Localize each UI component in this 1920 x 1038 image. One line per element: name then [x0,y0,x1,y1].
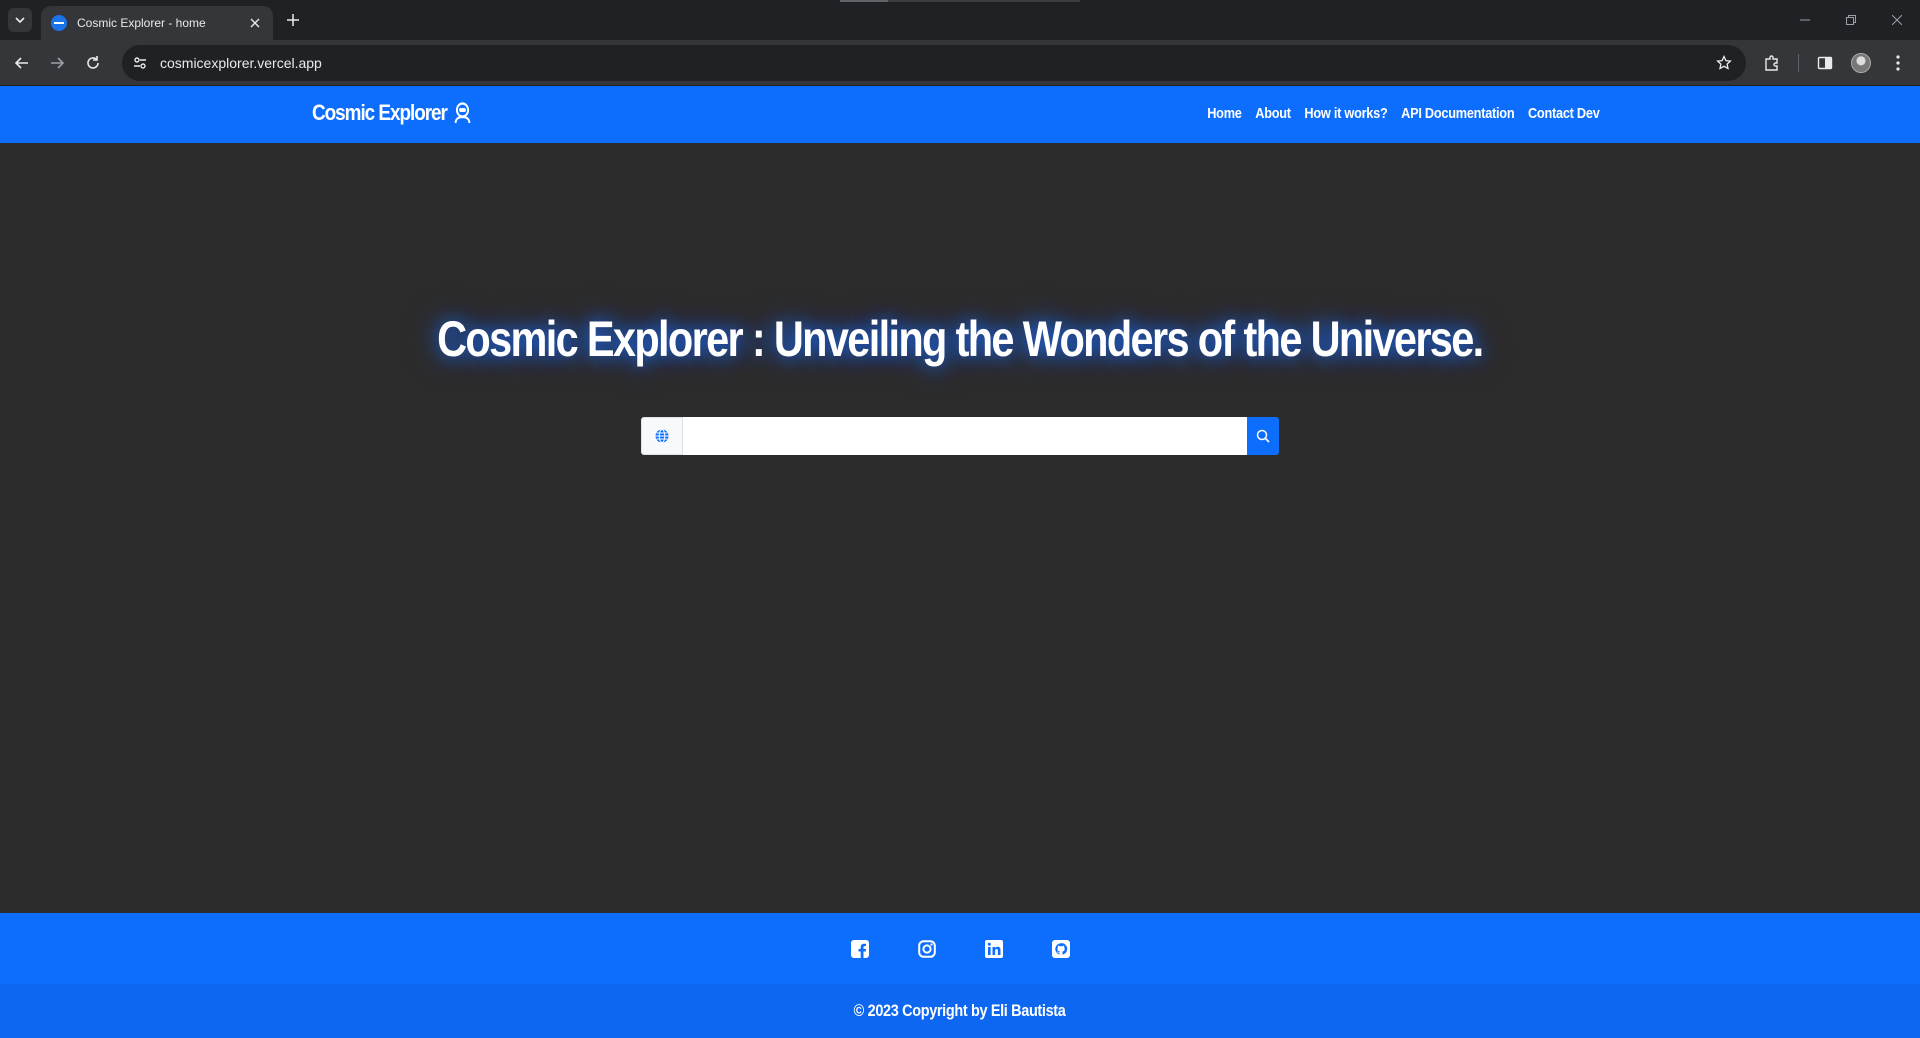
reload-icon [87,56,99,69]
close-icon [250,18,260,28]
hero-title-text: Cosmic Explorer : Unveiling the Wonders … [437,311,1484,367]
footer-copyright-bar: © 2023 Copyright by Eli Bautista [0,984,1920,1038]
linkedin-icon [984,939,1003,958]
nav-link-home[interactable]: Home [1208,105,1243,122]
minimize-icon [1800,19,1810,21]
forward-button[interactable] [43,49,71,77]
plus-icon [287,14,299,26]
puzzle-icon [1765,55,1778,71]
window-controls [1782,0,1920,40]
site-info-button[interactable] [126,49,154,77]
browser-menu-button[interactable] [1884,49,1912,77]
instagram-icon [917,939,936,958]
linkedin-link[interactable] [982,937,1005,960]
restore-icon [1846,15,1856,25]
facebook-link[interactable] [848,937,871,960]
search-form [641,417,1279,455]
nav-link-contact-dev[interactable]: Contact Dev [1528,105,1600,122]
restore-button[interactable] [1828,0,1874,40]
chevron-down-icon [15,17,25,24]
site-favicon-icon [51,15,67,31]
site-navbar: Cosmic Explorer Home About How it works?… [0,86,1920,143]
brand-link[interactable]: Cosmic Explorer [312,100,471,126]
search-input[interactable] [683,417,1247,455]
back-button[interactable] [8,49,36,77]
browser-tabstrip: Cosmic Explorer - home [0,0,1920,40]
nav-link-about[interactable]: About [1256,105,1292,122]
nav-links: Home About How it works? API Documentati… [1208,105,1601,122]
facebook-icon [850,939,869,958]
arrow-right-icon [51,57,65,69]
github-link[interactable] [1049,937,1072,960]
new-tab-button[interactable] [282,9,304,31]
avatar [1851,53,1871,73]
address-bar[interactable]: cosmicexplorer.vercel.app [122,45,1746,81]
browser-toolbar: cosmicexplorer.vercel.app [0,40,1920,86]
footer-social [0,913,1920,984]
hero-title: Cosmic Explorer : Unveiling the Wonders … [0,310,1920,368]
extensions-button[interactable] [1758,49,1786,77]
instagram-link[interactable] [915,937,938,960]
close-tab-button[interactable] [247,15,263,31]
side-panel-icon [1817,56,1833,70]
more-vertical-icon [1896,55,1900,71]
arrow-left-icon [14,57,28,69]
tune-icon [134,57,146,69]
tab-title: Cosmic Explorer - home [77,16,206,30]
bookmark-button[interactable] [1712,51,1736,75]
side-panel-button[interactable] [1811,49,1839,77]
tab-search-button[interactable] [8,8,32,32]
search-prefix [641,417,683,455]
nav-link-api-documentation[interactable]: API Documentation [1402,105,1516,122]
search-button[interactable] [1247,417,1279,455]
url-text: cosmicexplorer.vercel.app [160,55,322,71]
profile-button[interactable] [1847,49,1875,77]
github-icon [1051,939,1070,958]
page-content: Cosmic Explorer Home About How it works?… [0,86,1920,1038]
browser-tab[interactable]: Cosmic Explorer - home [41,6,273,40]
globe-icon [655,429,669,443]
astronaut-icon [454,102,471,124]
copyright-text: © 2023 Copyright by Eli Bautista [854,1001,1066,1020]
reload-button[interactable] [79,49,107,77]
search-icon [1256,429,1270,443]
toolbar-separator [1798,54,1799,72]
close-window-button[interactable] [1874,0,1920,40]
drag-handle [840,0,1080,2]
brand-name: Cosmic Explorer [312,100,448,125]
minimize-button[interactable] [1782,0,1828,40]
nav-link-how-it-works[interactable]: How it works? [1305,105,1388,122]
close-icon [1892,15,1902,25]
star-icon [1716,55,1732,70]
